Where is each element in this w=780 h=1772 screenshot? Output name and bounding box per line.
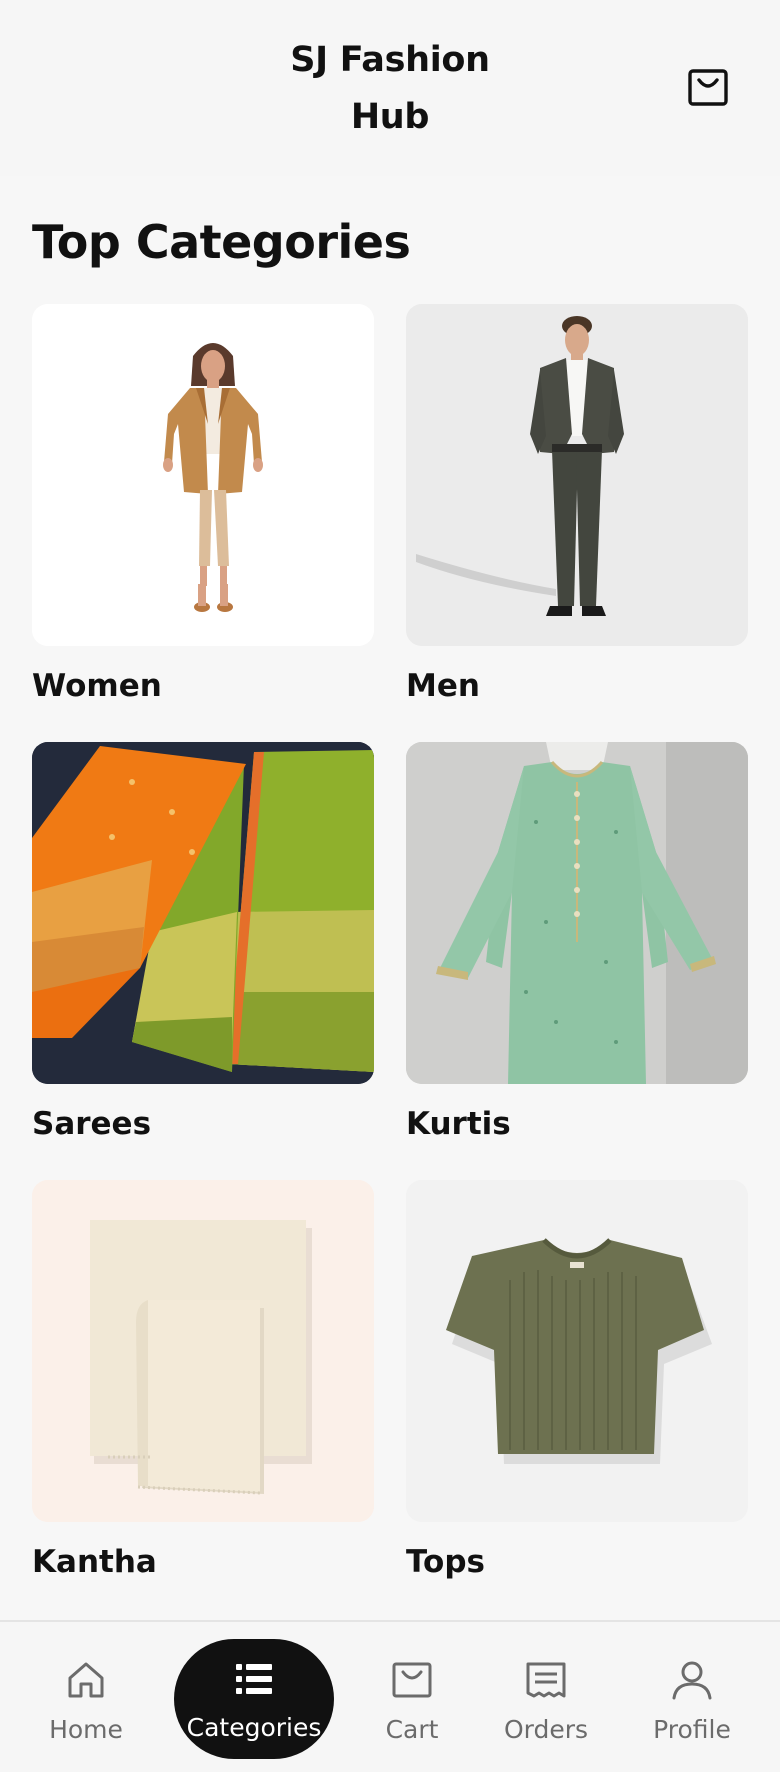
category-card-kantha[interactable] [32, 1180, 374, 1522]
receipt-icon [524, 1658, 568, 1702]
nav-item-orders[interactable]: Orders [494, 1622, 598, 1772]
user-icon [670, 1658, 714, 1702]
nav-label-profile: Profile [653, 1715, 731, 1744]
shopping-bag-icon[interactable] [686, 68, 730, 108]
women-category-image [32, 304, 374, 646]
category-card-women[interactable] [32, 304, 374, 646]
kantha-category-image [32, 1180, 374, 1522]
nav-label-orders: Orders [503, 1715, 589, 1744]
app-screen: SJ Fashion Hub Top Categories Women Men … [0, 0, 780, 1772]
nav-label-cart: Cart [385, 1715, 439, 1744]
nav-item-categories[interactable]: Categories [174, 1639, 334, 1759]
men-category-image [406, 304, 748, 646]
home-icon [64, 1658, 108, 1702]
category-label-men: Men [406, 668, 480, 704]
category-label-sarees: Sarees [32, 1106, 152, 1142]
category-label-kurtis: Kurtis [406, 1106, 511, 1142]
tops-category-image [406, 1180, 748, 1522]
shopping-bag-icon [390, 1658, 434, 1702]
nav-item-profile[interactable]: Profile [644, 1622, 740, 1772]
category-label-kantha: Kantha [32, 1544, 157, 1580]
top-app-bar: SJ Fashion Hub [0, 0, 780, 176]
list-icon [232, 1659, 276, 1699]
category-card-sarees[interactable] [32, 742, 374, 1084]
nav-item-home[interactable]: Home [40, 1622, 132, 1772]
nav-label-categories: Categories [186, 1713, 322, 1742]
bottom-navigation: Home Categories Cart Orders Profile [0, 1620, 780, 1772]
category-label-tops: Tops [406, 1544, 485, 1580]
kurtis-category-image [406, 742, 748, 1084]
nav-item-cart[interactable]: Cart [372, 1622, 452, 1772]
category-card-men[interactable] [406, 304, 748, 646]
app-title: SJ Fashion Hub [290, 40, 490, 137]
category-card-kurtis[interactable] [406, 742, 748, 1084]
category-label-women: Women [32, 668, 162, 704]
category-card-tops[interactable] [406, 1180, 748, 1522]
nav-label-home: Home [49, 1715, 123, 1744]
sarees-category-image [32, 742, 374, 1084]
section-title-top-categories: Top Categories [32, 215, 411, 269]
